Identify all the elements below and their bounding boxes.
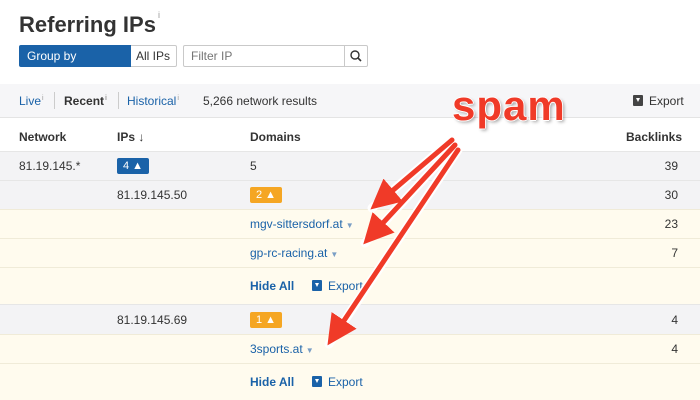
- column-backlinks[interactable]: Backlinks: [626, 130, 682, 144]
- column-ips[interactable]: IPs ↓: [117, 130, 144, 144]
- table-row: gp-rc-racing.at ▼ 7: [0, 238, 700, 267]
- tab-historical[interactable]: Historicali: [127, 94, 179, 108]
- export-button[interactable]: Export: [312, 375, 363, 389]
- table-row: 3sports.at ▼ 4: [0, 334, 700, 363]
- group-by-networks-button[interactable]: Group by networks: [19, 45, 131, 85]
- table-row: Hide All Export: [0, 267, 700, 304]
- table-row: 81.19.145.* 4 ▲ 5 39: [0, 151, 700, 180]
- export-button[interactable]: Export: [312, 279, 363, 293]
- export-icon: [312, 280, 322, 291]
- chevron-down-icon: ▼: [345, 221, 354, 230]
- sort-icon: ↓: [138, 130, 145, 144]
- page-title: Referring IPs i: [19, 10, 160, 37]
- chevron-down-icon: ▼: [305, 346, 314, 355]
- chevron-down-icon: ▼: [330, 250, 339, 259]
- column-domains[interactable]: Domains: [250, 130, 301, 144]
- domain-link[interactable]: 3sports.at ▼: [250, 342, 314, 356]
- tab-recent[interactable]: Recenti: [64, 94, 107, 108]
- domains-badge[interactable]: 1 ▲: [250, 311, 283, 328]
- table-header: Network IPs ↓ Domains Backlinks: [0, 124, 700, 150]
- domain-link[interactable]: gp-rc-racing.at ▼: [250, 246, 338, 260]
- toolbar: Livei Recenti Historicali 5,266 network …: [0, 84, 700, 118]
- results-count: 5,266 network results: [203, 94, 318, 108]
- title-info-icon[interactable]: i: [158, 10, 160, 20]
- export-icon: [312, 376, 322, 387]
- search-icon: [350, 50, 362, 62]
- divider: [118, 92, 119, 109]
- domain-link[interactable]: mgv-sittersdorf.at ▼: [250, 217, 354, 231]
- filter-ip-input[interactable]: [183, 45, 345, 67]
- search-button[interactable]: [344, 45, 368, 67]
- column-network[interactable]: Network: [19, 130, 66, 144]
- table-row: 81.19.145.50 2 ▲ 30: [0, 180, 700, 209]
- table-row: mgv-sittersdorf.at ▼ 23: [0, 209, 700, 238]
- table-row: 81.19.145.69 1 ▲ 4: [0, 304, 700, 334]
- ips-badge[interactable]: 4 ▲: [117, 158, 150, 174]
- hide-all-button[interactable]: Hide All: [250, 279, 294, 293]
- hide-all-button[interactable]: Hide All: [250, 375, 294, 389]
- export-button[interactable]: Export: [633, 94, 684, 108]
- divider: [54, 92, 55, 109]
- tab-live[interactable]: Livei: [19, 94, 44, 108]
- export-icon: [633, 95, 643, 106]
- domains-badge[interactable]: 2 ▲: [250, 187, 283, 203]
- table-row: Hide All Export: [0, 363, 700, 400]
- spam-annotation: spam: [452, 82, 566, 129]
- all-ips-button[interactable]: All IPs: [131, 45, 177, 67]
